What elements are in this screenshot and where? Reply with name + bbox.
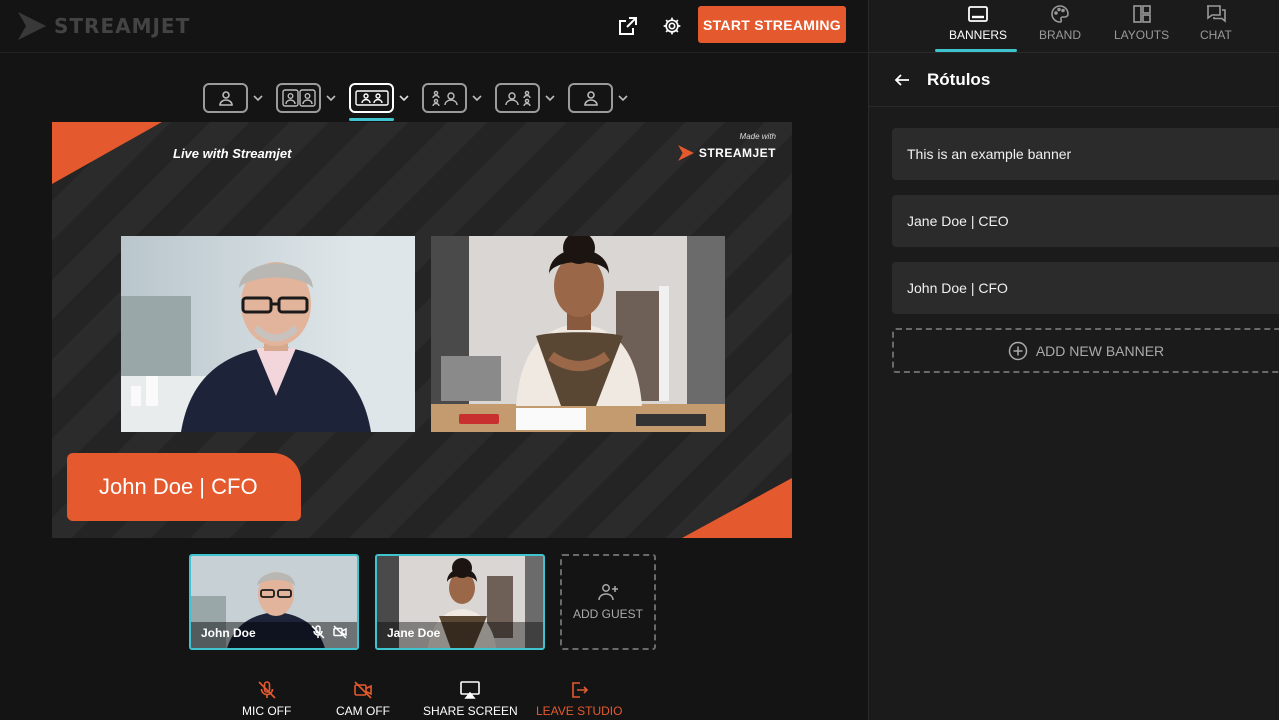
chevron-down-icon[interactable] xyxy=(252,92,264,104)
video-feed-jane xyxy=(431,236,725,432)
panel-title: Rótulos xyxy=(927,69,991,89)
layout-group[interactable] xyxy=(276,82,337,114)
streamjet-logo-icon xyxy=(677,145,694,161)
tab-label: BANNERS xyxy=(949,28,1008,42)
add-banner-label: ADD NEW BANNER xyxy=(1035,342,1165,359)
participant-tile-john[interactable]: John Doe xyxy=(189,554,359,650)
chevron-down-icon[interactable] xyxy=(398,92,410,104)
cam-label: CAM OFF xyxy=(336,704,390,718)
studio-app: STREAMJET START STREAMING Live with Stre… xyxy=(0,0,1279,720)
exit-icon xyxy=(572,682,589,698)
corner-accent-top-left xyxy=(52,122,162,184)
panel-header: Rótulos xyxy=(869,53,1279,107)
cam-off-icon xyxy=(354,681,372,699)
app-name: STREAMJET xyxy=(54,14,191,38)
mic-off-icon xyxy=(258,681,276,699)
speaker-layout-icon xyxy=(431,90,458,107)
person-icon xyxy=(583,91,598,106)
active-tab-indicator xyxy=(935,49,1017,52)
tab-label: BRAND xyxy=(1039,28,1082,42)
screen-share-icon xyxy=(460,681,481,699)
corner-accent-bottom-right xyxy=(682,478,792,538)
cam-off-icon xyxy=(333,625,347,639)
banner-icon xyxy=(968,6,988,22)
person-icon xyxy=(218,91,233,106)
popout-button[interactable] xyxy=(614,12,642,40)
participant-name: Jane Doe xyxy=(387,626,441,640)
streamjet-logo-icon xyxy=(18,12,46,40)
leave-label: LEAVE STUDIO xyxy=(536,704,623,718)
plus-circle-icon xyxy=(1008,341,1028,360)
side-panel: BANNERS BRAND LAYOUTS CHAT Rótulos This … xyxy=(868,0,1279,720)
add-guest-button[interactable]: ADD GUEST xyxy=(560,554,656,650)
share-screen-button[interactable]: SHARE SCREEN xyxy=(423,680,518,718)
cam-toggle-button[interactable]: CAM OFF xyxy=(336,680,390,718)
add-banner-button[interactable]: ADD NEW BANNER xyxy=(892,328,1279,373)
side-by-side-icon xyxy=(354,90,389,106)
start-streaming-button[interactable]: START STREAMING xyxy=(698,6,846,43)
chevron-down-icon[interactable] xyxy=(471,92,483,104)
gear-icon xyxy=(663,17,681,35)
chat-icon xyxy=(1206,5,1226,23)
made-with-text: Made with xyxy=(739,132,776,141)
top-bar: STREAMJET START STREAMING xyxy=(0,0,868,53)
speaker-right-layout-icon xyxy=(504,90,531,107)
made-with-brand: STREAMJET xyxy=(698,146,776,160)
share-label: SHARE SCREEN xyxy=(423,704,518,718)
banner-item[interactable]: This is an example banner xyxy=(892,128,1279,180)
mic-toggle-button[interactable]: MIC OFF xyxy=(242,680,291,718)
app-logo: STREAMJET xyxy=(16,10,190,42)
panel-tabs: BANNERS BRAND LAYOUTS CHAT xyxy=(869,0,1279,53)
participant-name: John Doe xyxy=(201,626,256,640)
tab-layouts[interactable]: LAYOUTS xyxy=(1114,4,1169,42)
mic-label: MIC OFF xyxy=(242,704,292,718)
participant-tile-jane[interactable]: Jane Doe xyxy=(375,554,545,650)
broadcast-preview: Live with Streamjet Made with STREAMJET xyxy=(52,122,792,538)
settings-button[interactable] xyxy=(658,12,686,40)
tab-label: LAYOUTS xyxy=(1114,28,1170,42)
layout-speaker[interactable] xyxy=(422,82,483,114)
leave-studio-button[interactable]: LEAVE STUDIO xyxy=(536,680,622,718)
tab-label: CHAT xyxy=(1200,28,1232,42)
tab-banners[interactable]: BANNERS xyxy=(949,4,1007,42)
layout-speaker-right[interactable] xyxy=(495,82,556,114)
video-feed-john xyxy=(121,236,415,432)
chevron-down-icon[interactable] xyxy=(544,92,556,104)
chevron-down-icon[interactable] xyxy=(325,92,337,104)
participant-video-image xyxy=(121,236,415,432)
mic-off-icon xyxy=(311,625,325,639)
layout-side-by-side[interactable] xyxy=(349,82,410,121)
participant-video-image xyxy=(431,236,725,432)
palette-icon xyxy=(1051,5,1069,23)
add-guest-label: ADD GUEST xyxy=(572,607,643,621)
layouts-icon xyxy=(1132,5,1151,23)
banner-item[interactable]: John Doe | CFO xyxy=(892,262,1279,314)
person-group-icon xyxy=(281,89,316,107)
layout-selector xyxy=(203,82,629,121)
layout-fullscreen[interactable] xyxy=(568,82,629,114)
tab-brand[interactable]: BRAND xyxy=(1039,4,1081,42)
banner-item[interactable]: Jane Doe | CEO xyxy=(892,195,1279,247)
active-banner: John Doe | CFO xyxy=(67,453,301,521)
stage-title: Live with Streamjet xyxy=(173,146,292,161)
chevron-down-icon[interactable] xyxy=(617,92,629,104)
external-link-icon xyxy=(619,17,637,35)
layout-solo[interactable] xyxy=(203,82,264,114)
add-user-icon xyxy=(598,584,618,601)
tab-chat[interactable]: CHAT xyxy=(1200,4,1232,42)
back-arrow-icon[interactable] xyxy=(893,71,911,89)
made-with-badge: Made with STREAMJET xyxy=(677,132,776,162)
